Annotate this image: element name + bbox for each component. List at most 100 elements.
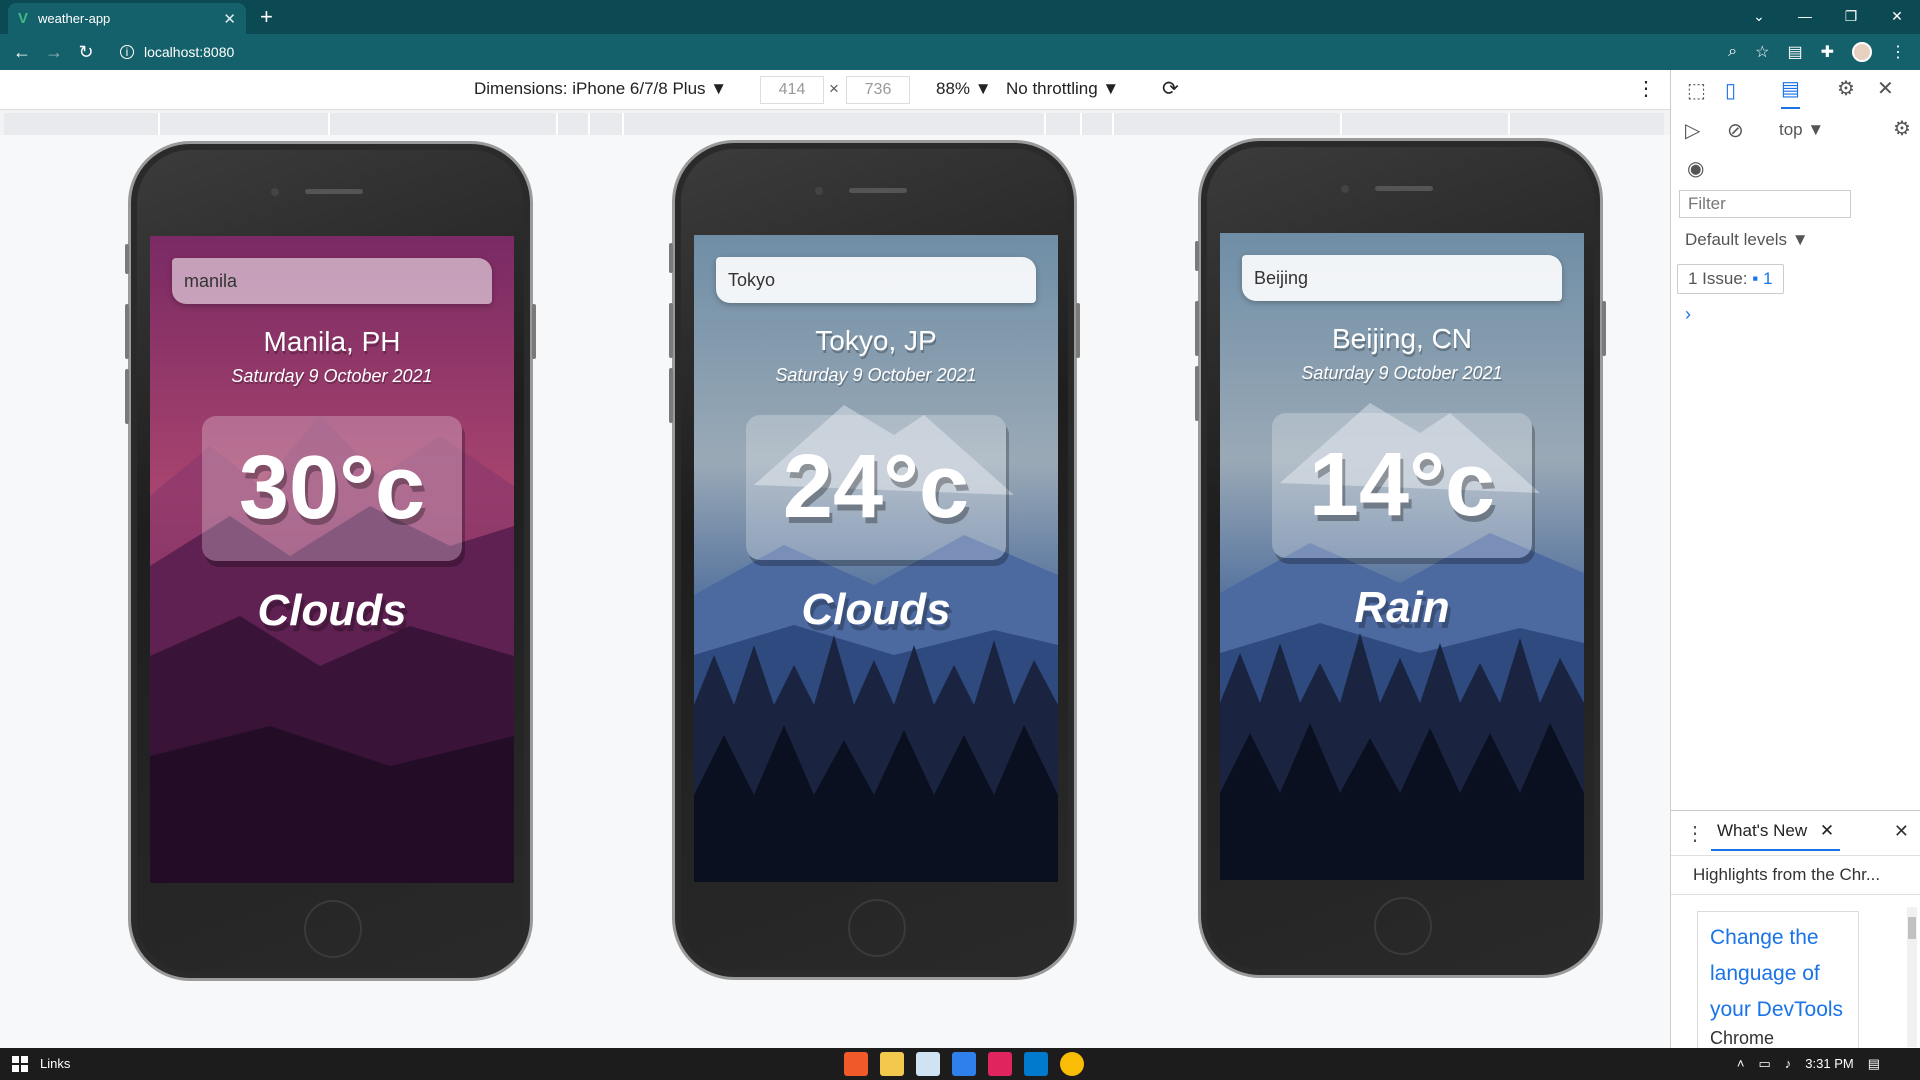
notepad-icon[interactable] bbox=[916, 1052, 940, 1076]
device-dimensions-dropdown[interactable]: Dimensions: iPhone 6/7/8 Plus ▼ bbox=[474, 79, 727, 99]
volume-icon[interactable]: ♪ bbox=[1785, 1056, 1792, 1072]
vue-icon: V bbox=[18, 10, 29, 27]
device-height-input[interactable]: 736 bbox=[846, 76, 910, 104]
vscode-icon[interactable] bbox=[1024, 1052, 1048, 1076]
console-filter-input[interactable]: Filter bbox=[1679, 190, 1851, 218]
close-drawer-icon[interactable]: ✕ bbox=[1894, 821, 1909, 842]
chevron-up-icon[interactable]: ˄ bbox=[1737, 1056, 1745, 1072]
forward-button[interactable]: → bbox=[38, 42, 70, 63]
card-link-line[interactable]: language of bbox=[1710, 956, 1846, 992]
city-search-input[interactable]: Tokyo bbox=[716, 257, 1036, 303]
whats-new-tab[interactable]: What's New ✕ bbox=[1711, 817, 1841, 851]
url-text: localhost:8080 bbox=[144, 44, 235, 60]
network-icon[interactable]: ▭ bbox=[1758, 1056, 1770, 1072]
windows-start-icon[interactable] bbox=[12, 1056, 28, 1072]
windows-taskbar: Links ˄ ▭ ♪ 3:31 PM ▤ bbox=[0, 1048, 1920, 1080]
minimize-button[interactable]: — bbox=[1782, 0, 1828, 34]
devtools-panel: ⬚ ▯ ▤ ⚙ ✕ ▷ ⊘ top ▼ ⚙ ◉ Filter Default l… bbox=[1670, 70, 1920, 1051]
rotate-icon[interactable]: ⟳ bbox=[1162, 76, 1179, 101]
phone-frame: Tokyo Tokyo, JP Saturday 9 October 2021 … bbox=[669, 140, 1080, 980]
bookmark-star-icon[interactable]: ☆ bbox=[1755, 42, 1769, 62]
settings-gear-icon[interactable]: ⚙ bbox=[1837, 76, 1855, 101]
sidebar-toggle-icon[interactable]: ▷ bbox=[1685, 118, 1700, 143]
zoom-dropdown[interactable]: 88% ▼ bbox=[936, 79, 992, 99]
highlights-heading: Highlights from the Chr... bbox=[1671, 855, 1920, 895]
city-search-input[interactable]: manila bbox=[172, 258, 492, 304]
drawer-menu-icon[interactable]: ⋮ bbox=[1685, 821, 1705, 846]
app-icon[interactable] bbox=[988, 1052, 1012, 1076]
computer-icon[interactable] bbox=[952, 1052, 976, 1076]
phone-frame: manila Manila, PH Saturday 9 October 202… bbox=[125, 141, 536, 981]
brave-icon[interactable] bbox=[844, 1052, 868, 1076]
menu-kebab-icon[interactable]: ⋮ bbox=[1890, 42, 1906, 62]
log-levels-dropdown[interactable]: Default levels ▼ bbox=[1685, 230, 1809, 250]
location-label: Tokyo, JP bbox=[815, 325, 937, 356]
phone-button bbox=[125, 369, 129, 424]
new-tab-button[interactable]: + bbox=[260, 4, 273, 30]
device-toolbar: Dimensions: iPhone 6/7/8 Plus ▼ 414 × 73… bbox=[0, 70, 1670, 110]
weather-app-screen: Beijing Beijing, CN Saturday 9 October 2… bbox=[1220, 233, 1584, 880]
profile-avatar[interactable] bbox=[1852, 42, 1872, 62]
console-tab-icon[interactable]: ▤ bbox=[1781, 76, 1800, 109]
links-toolbar[interactable]: Links bbox=[40, 1056, 70, 1071]
media-query-bar[interactable] bbox=[4, 113, 1664, 135]
whats-new-card[interactable]: Change the language of your DevTools Chr… bbox=[1697, 911, 1859, 1051]
phone-button bbox=[1195, 241, 1199, 271]
phone-camera bbox=[271, 188, 279, 196]
close-tab-icon[interactable]: ✕ bbox=[1820, 821, 1834, 840]
notification-icon[interactable]: ▤ bbox=[1868, 1056, 1880, 1072]
throttling-dropdown[interactable]: No throttling ▼ bbox=[1006, 79, 1119, 99]
drawer-scrollbar[interactable] bbox=[1907, 907, 1917, 1047]
close-window-button[interactable]: ✕ bbox=[1874, 0, 1920, 34]
home-button[interactable] bbox=[1374, 897, 1432, 955]
dimension-times: × bbox=[829, 79, 839, 98]
browser-tab-bar: V weather-app ✕ + ⌄ — ❐ ✕ bbox=[0, 0, 1920, 34]
card-link-line[interactable]: Change the bbox=[1710, 920, 1846, 956]
close-devtools-icon[interactable]: ✕ bbox=[1877, 76, 1894, 101]
back-button[interactable]: ← bbox=[6, 42, 38, 63]
restore-button[interactable]: ❐ bbox=[1828, 0, 1874, 34]
home-button[interactable] bbox=[848, 899, 906, 957]
card-link-line[interactable]: your DevTools bbox=[1710, 992, 1846, 1028]
clock[interactable]: 3:31 PM bbox=[1805, 1056, 1853, 1072]
extensions-puzzle-icon[interactable]: ✚ bbox=[1821, 42, 1834, 62]
clear-console-icon[interactable]: ⊘ bbox=[1727, 118, 1744, 143]
home-button[interactable] bbox=[304, 900, 362, 958]
weather-app-screen: Tokyo Tokyo, JP Saturday 9 October 2021 … bbox=[694, 235, 1058, 882]
weather-condition: Clouds bbox=[801, 585, 951, 634]
device-width-input[interactable]: 414 bbox=[760, 76, 824, 104]
weather-app-screen: manila Manila, PH Saturday 9 October 202… bbox=[150, 236, 514, 883]
phone-speaker bbox=[849, 188, 907, 193]
phone-button bbox=[669, 303, 673, 358]
city-search-input[interactable]: Beijing bbox=[1242, 255, 1562, 301]
console-settings-icon[interactable]: ⚙ bbox=[1893, 116, 1911, 141]
devtools-drawer: ⋮ What's New ✕ ✕ Highlights from the Chr… bbox=[1671, 810, 1920, 1051]
chevron-down-icon[interactable]: ⌄ bbox=[1736, 0, 1782, 34]
live-expression-eye-icon[interactable]: ◉ bbox=[1687, 156, 1704, 181]
close-tab-icon[interactable]: ✕ bbox=[223, 10, 236, 28]
inspect-element-icon[interactable]: ⬚ bbox=[1687, 78, 1706, 103]
card-subtext: Chrome bbox=[1710, 1028, 1775, 1048]
info-icon[interactable]: i bbox=[120, 45, 134, 59]
device-viewport: manila Manila, PH Saturday 9 October 202… bbox=[0, 135, 1670, 1048]
device-toggle-icon[interactable]: ▯ bbox=[1725, 78, 1736, 103]
tab-title: weather-app bbox=[38, 11, 111, 26]
weather-condition: Clouds bbox=[257, 586, 407, 635]
system-tray: ˄ ▭ ♪ 3:31 PM ▤ bbox=[1737, 1056, 1880, 1072]
chrome-icon[interactable] bbox=[1060, 1052, 1084, 1076]
console-prompt[interactable]: › bbox=[1685, 304, 1691, 325]
reload-button[interactable]: ↻ bbox=[70, 42, 102, 63]
temperature-display: 14°c bbox=[1272, 413, 1532, 558]
media-icon[interactable]: ▤ bbox=[1787, 42, 1802, 62]
device-more-icon[interactable]: ⋮ bbox=[1636, 76, 1656, 101]
phone-speaker bbox=[1375, 186, 1433, 191]
browser-tab[interactable]: V weather-app ✕ bbox=[8, 3, 246, 34]
context-dropdown[interactable]: top ▼ bbox=[1779, 120, 1824, 140]
date-label: Saturday 9 October 2021 bbox=[775, 365, 977, 385]
url-field[interactable]: i localhost:8080 bbox=[112, 38, 1692, 66]
temperature-display: 24°c bbox=[746, 415, 1006, 560]
zoom-icon[interactable]: ⌕ bbox=[1728, 43, 1737, 61]
file-explorer-icon[interactable] bbox=[880, 1052, 904, 1076]
issues-button[interactable]: 1 Issue: ▪ 1 bbox=[1677, 264, 1784, 294]
temperature-display: 30°c bbox=[202, 416, 462, 561]
